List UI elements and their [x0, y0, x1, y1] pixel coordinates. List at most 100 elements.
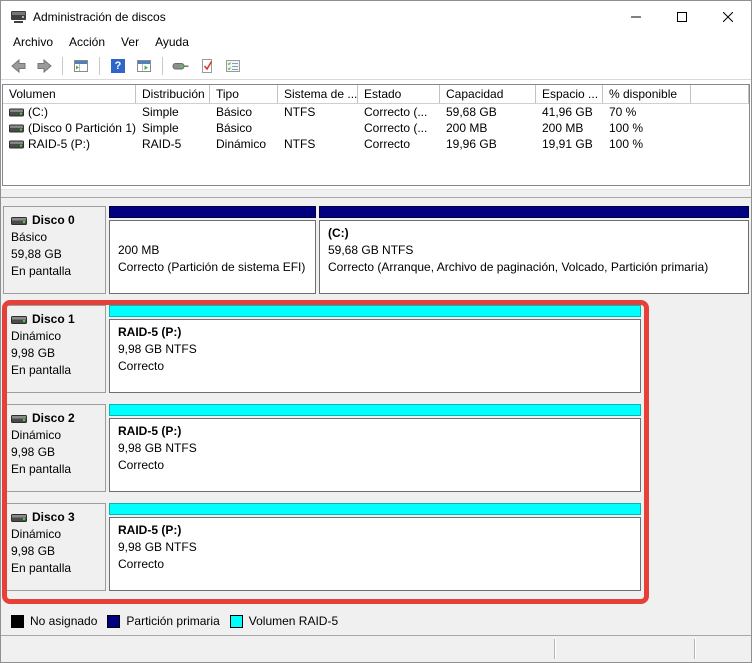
- volume-icon: [9, 140, 24, 149]
- column-header-capacidad[interactable]: Capacidad: [440, 85, 536, 103]
- partition-size: 59,68 GB NTFS: [328, 242, 748, 259]
- partition-status: Correcto (Arranque, Archivo de paginació…: [328, 259, 748, 276]
- column-header-estado[interactable]: Estado: [358, 85, 440, 103]
- help-icon: ?: [111, 59, 125, 73]
- cell-distribucion: RAID-5: [136, 137, 210, 151]
- partition-status: Correcto: [118, 457, 640, 474]
- legend-item-volumen-raid5: Volumen RAID-5: [230, 614, 338, 628]
- checklist-icon: [225, 58, 241, 74]
- cell-capacidad: 59,68 GB: [440, 105, 536, 119]
- disk-kind: Básico: [11, 229, 99, 246]
- partition-raid5[interactable]: RAID-5 (P:) 9,98 GB NTFS Correcto: [109, 404, 641, 492]
- volume-row-efi[interactable]: (Disco 0 Partición 1) Simple Básico Corr…: [3, 120, 749, 136]
- cell-disponible: 100 %: [603, 137, 691, 151]
- close-button[interactable]: [705, 1, 751, 32]
- help-button[interactable]: ?: [107, 55, 129, 77]
- volume-icon: [9, 124, 24, 133]
- volume-row-c[interactable]: (C:) Simple Básico NTFS Correcto (... 59…: [3, 104, 749, 120]
- pointer-tool-icon: [172, 58, 190, 74]
- legend: No asignado Partición primaria Volumen R…: [3, 614, 749, 628]
- cell-espacio: 200 MB: [536, 121, 603, 135]
- menu-item-ayuda[interactable]: Ayuda: [147, 33, 197, 51]
- partition-label: [118, 225, 315, 242]
- partition-label: (C:): [328, 225, 748, 242]
- column-header-disponible[interactable]: % disponible: [603, 85, 691, 103]
- back-arrow-icon: [10, 58, 27, 74]
- disk-header-disco-3[interactable]: Disco 3 Dinámico 9,98 GB En pantalla: [3, 503, 106, 591]
- forward-arrow-icon: [36, 58, 53, 74]
- partition-raid5[interactable]: RAID-5 (P:) 9,98 GB NTFS Correcto: [109, 503, 641, 591]
- disk-header-disco-0[interactable]: Disco 0 Básico 59,88 GB En pantalla: [3, 206, 106, 294]
- disk-icon: [11, 216, 28, 226]
- cell-tipo: Básico: [210, 121, 278, 135]
- disk-size: 9,98 GB: [11, 444, 99, 461]
- partition-color-bar: [109, 206, 316, 218]
- disk-size: 9,98 GB: [11, 345, 99, 362]
- cell-estado: Correcto (...: [358, 121, 440, 135]
- status-bar-separator: [694, 639, 696, 659]
- volume-name: RAID-5 (P:): [28, 137, 90, 151]
- pane-splitter[interactable]: [1, 189, 751, 198]
- cell-tipo: Básico: [210, 105, 278, 119]
- toolbar-separator: [99, 57, 100, 75]
- show-action-pane-button[interactable]: [133, 55, 155, 77]
- partition-label: RAID-5 (P:): [118, 324, 640, 341]
- volume-table-header: Volumen Distribución Tipo Sistema de ...…: [3, 85, 749, 104]
- partition-color-bar: [109, 404, 641, 416]
- column-header-tipo[interactable]: Tipo: [210, 85, 278, 103]
- partition-label: RAID-5 (P:): [118, 423, 640, 440]
- partition-color-bar: [319, 206, 749, 218]
- console-tree-icon: [73, 58, 89, 74]
- cell-disponible: 100 %: [603, 121, 691, 135]
- disk-icon: [11, 414, 28, 424]
- menu-item-archivo[interactable]: Archivo: [5, 33, 61, 51]
- volume-icon: [9, 108, 24, 117]
- partition-color-bar: [109, 503, 641, 515]
- title-bar: Administración de discos: [1, 1, 751, 32]
- disk-icon: [11, 513, 28, 523]
- pointer-tool-button[interactable]: [170, 55, 192, 77]
- disk-status: En pantalla: [11, 560, 99, 577]
- maximize-icon: [677, 12, 687, 22]
- column-header-filler: [691, 85, 749, 103]
- window-controls: [613, 1, 751, 32]
- show-console-tree-button[interactable]: [70, 55, 92, 77]
- cell-tipo: Dinámico: [210, 137, 278, 151]
- legend-label: Volumen RAID-5: [249, 614, 338, 628]
- graphical-view: Disco 0 Básico 59,88 GB En pantalla 200 …: [1, 198, 751, 636]
- cell-estado: Correcto (...: [358, 105, 440, 119]
- menu-bar: Archivo Acción Ver Ayuda: [1, 32, 751, 52]
- back-button[interactable]: [7, 55, 29, 77]
- disk-kind: Dinámico: [11, 526, 99, 543]
- disk-header-disco-1[interactable]: Disco 1 Dinámico 9,98 GB En pantalla: [3, 305, 106, 393]
- forward-button[interactable]: [33, 55, 55, 77]
- minimize-button[interactable]: [613, 1, 659, 32]
- legend-swatch-raid5: [230, 615, 243, 628]
- partition-efi[interactable]: 200 MB Correcto (Partición de sistema EF…: [109, 206, 316, 294]
- column-header-distribucion[interactable]: Distribución: [136, 85, 210, 103]
- column-header-espacio[interactable]: Espacio ...: [536, 85, 603, 103]
- status-bar: [1, 636, 751, 662]
- partition-label: RAID-5 (P:): [118, 522, 640, 539]
- disk-row-1: Disco 1 Dinámico 9,98 GB En pantalla RAI…: [3, 305, 749, 393]
- column-header-sistema[interactable]: Sistema de ...: [278, 85, 358, 103]
- disk-name: Disco 0: [32, 212, 75, 229]
- menu-item-ver[interactable]: Ver: [113, 33, 147, 51]
- menu-item-accion[interactable]: Acción: [61, 33, 113, 51]
- partition-size: 9,98 GB NTFS: [118, 341, 640, 358]
- checklist-button[interactable]: [222, 55, 244, 77]
- partition-c[interactable]: (C:) 59,68 GB NTFS Correcto (Arranque, A…: [319, 206, 749, 294]
- disk-row-3: Disco 3 Dinámico 9,98 GB En pantalla RAI…: [3, 503, 749, 591]
- check-document-button[interactable]: [196, 55, 218, 77]
- maximize-button[interactable]: [659, 1, 705, 32]
- toolbar: ?: [1, 52, 751, 80]
- volume-name: (Disco 0 Partición 1): [28, 121, 136, 135]
- partition-raid5[interactable]: RAID-5 (P:) 9,98 GB NTFS Correcto: [109, 305, 641, 393]
- disk-header-disco-2[interactable]: Disco 2 Dinámico 9,98 GB En pantalla: [3, 404, 106, 492]
- partition-status: Correcto: [118, 556, 640, 573]
- volume-row-raid5[interactable]: RAID-5 (P:) RAID-5 Dinámico NTFS Correct…: [3, 136, 749, 152]
- column-header-volumen[interactable]: Volumen: [3, 85, 136, 103]
- volume-table: Volumen Distribución Tipo Sistema de ...…: [2, 84, 750, 186]
- disk-name: Disco 3: [32, 509, 75, 526]
- legend-swatch-primary: [107, 615, 120, 628]
